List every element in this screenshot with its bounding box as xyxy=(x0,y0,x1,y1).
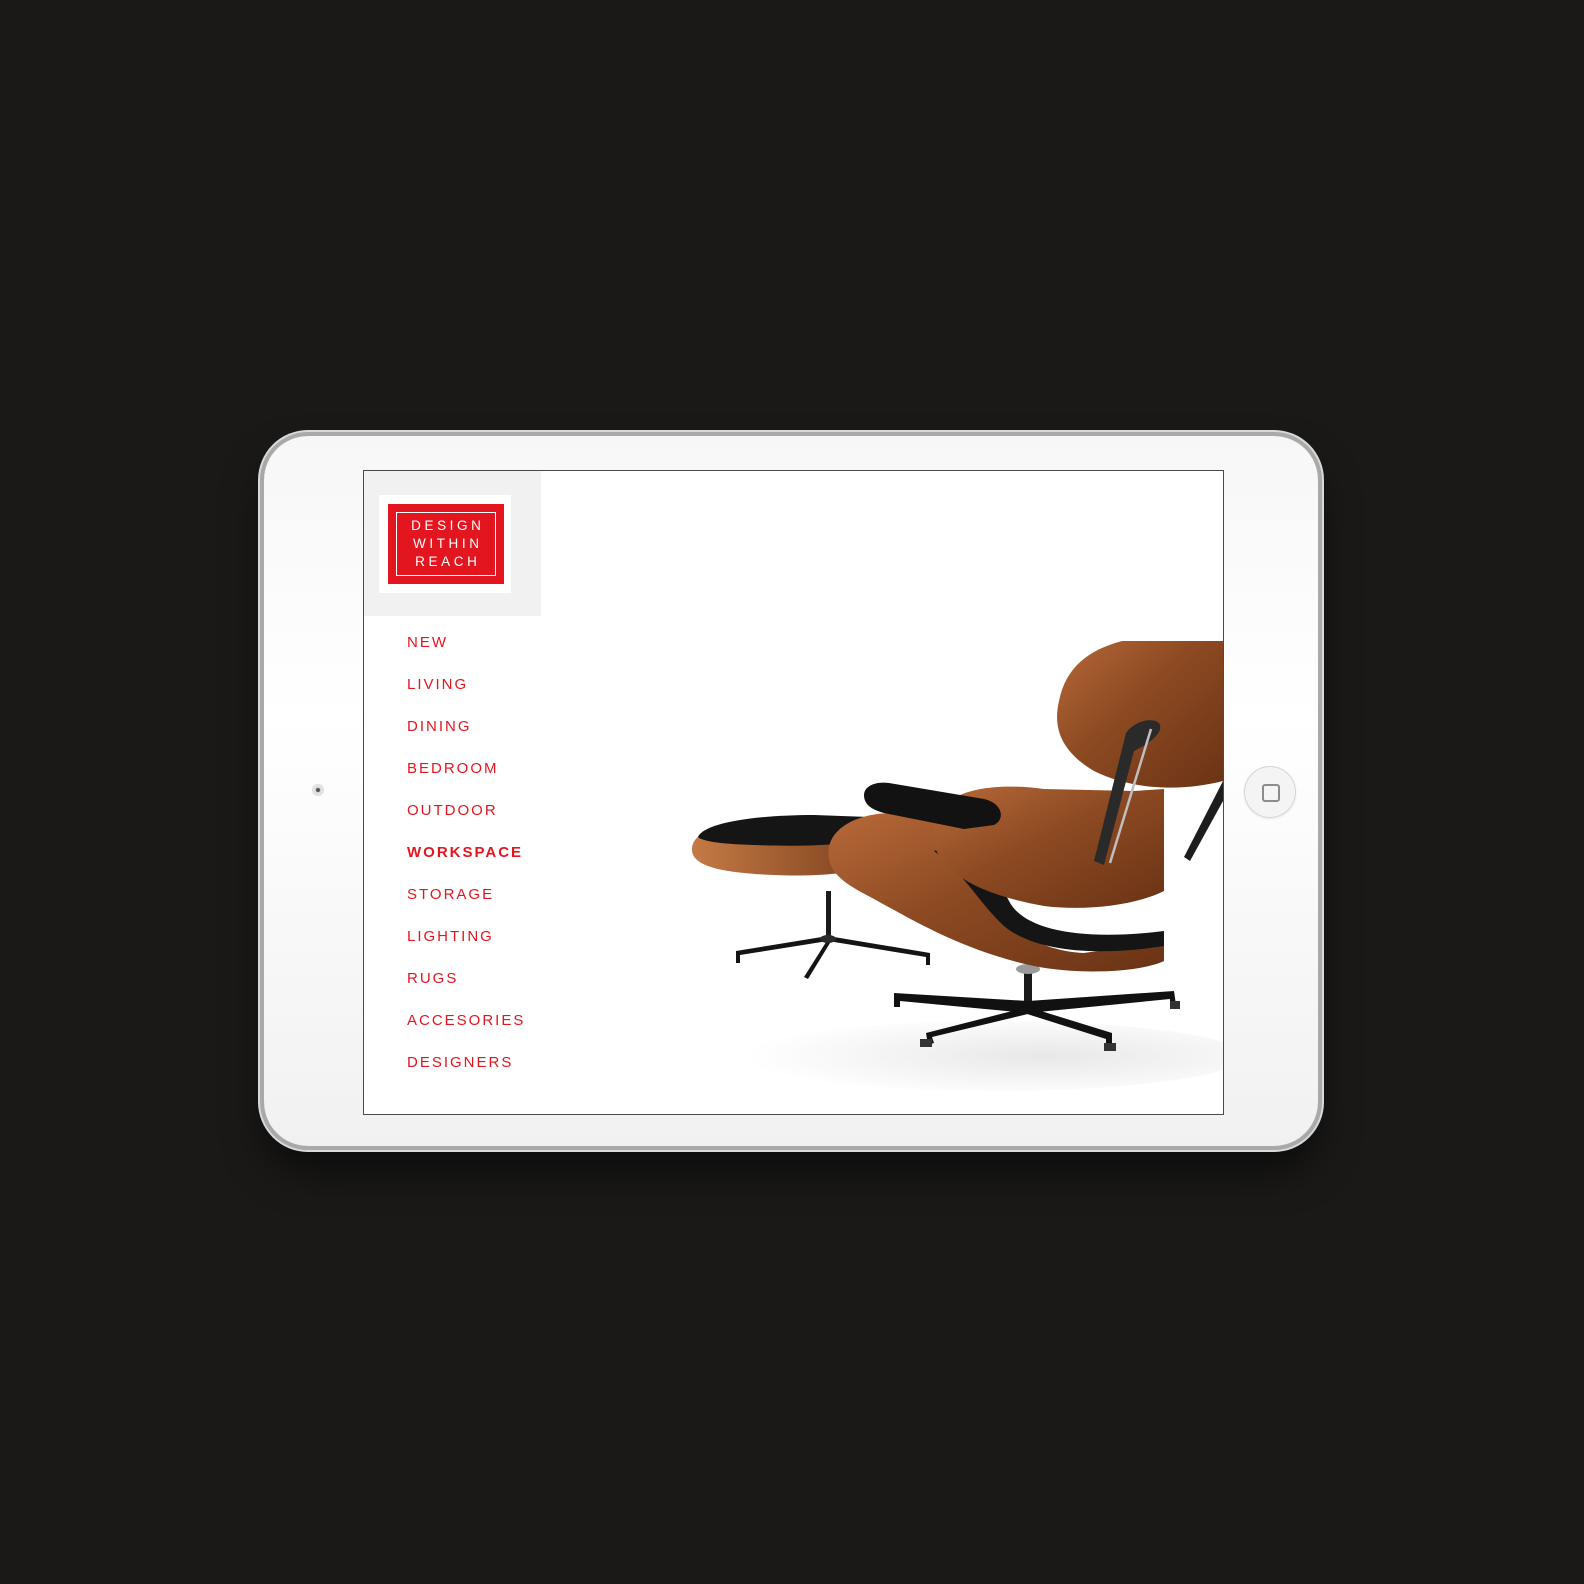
nav-item-outdoor[interactable]: OUTDOOR xyxy=(407,799,525,841)
nav-item-new[interactable]: NEW xyxy=(407,631,525,673)
nav-item-rugs[interactable]: RUGS xyxy=(407,967,525,1009)
logo-frame: DESIGN WITHIN REACH xyxy=(396,512,496,576)
home-button[interactable] xyxy=(1244,766,1296,818)
nav-item-designers[interactable]: DESIGNERS xyxy=(407,1051,525,1093)
app-screen: DESIGN WITHIN REACH NEW LIVING DINING BE… xyxy=(363,470,1224,1115)
brand-logo[interactable]: DESIGN WITHIN REACH xyxy=(379,495,511,593)
lounge-chair-ottoman-illustration[interactable] xyxy=(664,641,1223,1114)
logo-line-1: DESIGN xyxy=(411,518,485,533)
logo-line-2: WITHIN xyxy=(413,536,483,551)
nav-item-storage[interactable]: STORAGE xyxy=(407,883,525,925)
camera-icon xyxy=(312,784,324,796)
logo-badge: DESIGN WITHIN REACH xyxy=(388,504,504,584)
home-square-icon xyxy=(1262,784,1280,802)
nav-item-living[interactable]: LIVING xyxy=(407,673,525,715)
nav-item-accesories[interactable]: ACCESORIES xyxy=(407,1009,525,1051)
logo-line-3: REACH xyxy=(415,554,481,569)
category-nav: NEW LIVING DINING BEDROOM OUTDOOR WORKSP… xyxy=(407,631,525,1093)
nav-item-lighting[interactable]: LIGHTING xyxy=(407,925,525,967)
nav-item-workspace[interactable]: WORKSPACE xyxy=(407,841,525,883)
nav-item-dining[interactable]: DINING xyxy=(407,715,525,757)
nav-item-bedroom[interactable]: BEDROOM xyxy=(407,757,525,799)
logo-panel: DESIGN WITHIN REACH xyxy=(364,471,541,616)
